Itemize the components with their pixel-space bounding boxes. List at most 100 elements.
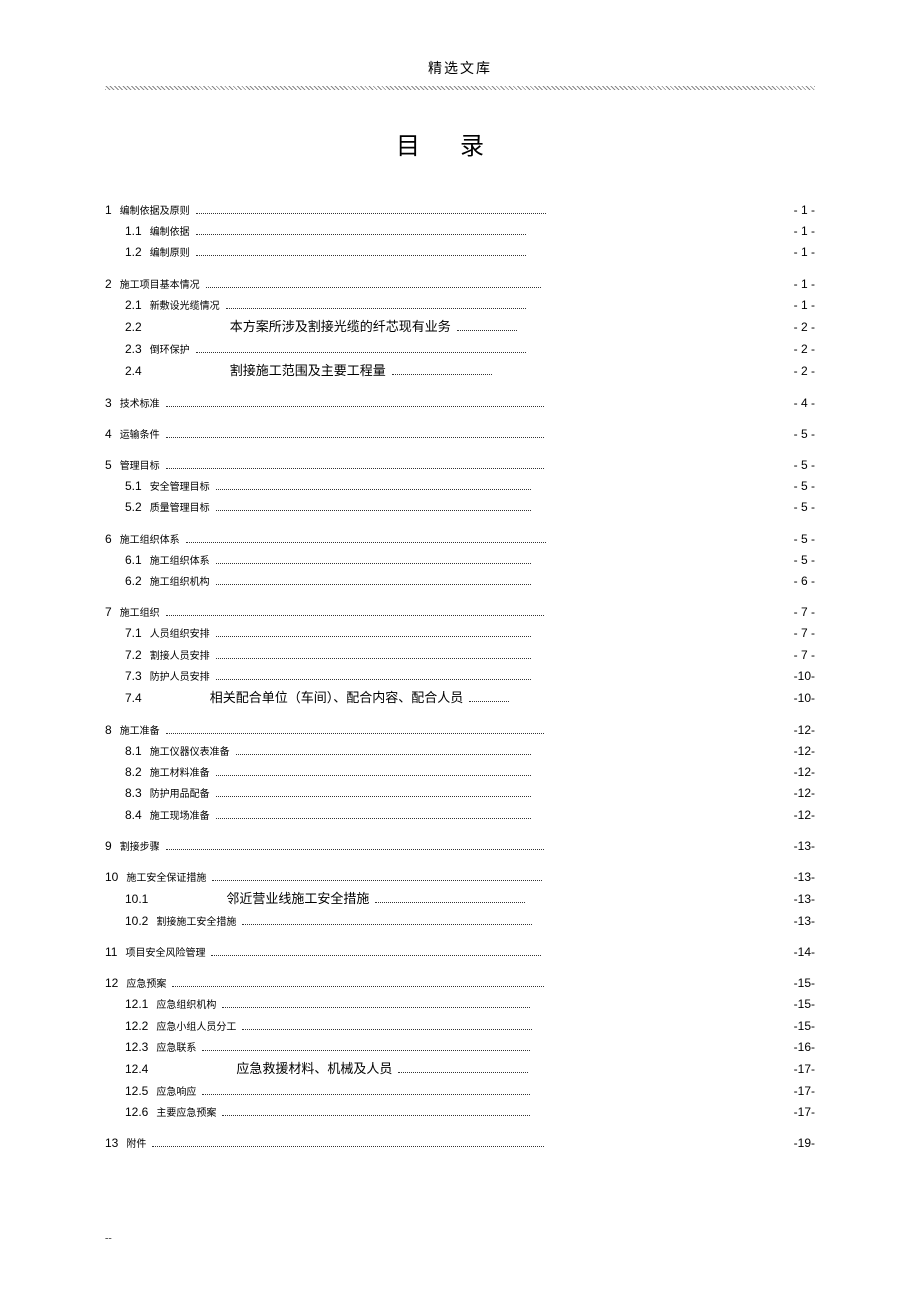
- toc-entry: 2.1新敷设光缆情况- 1 -: [105, 296, 815, 315]
- toc-entry: 9割接步骤-13-: [105, 837, 815, 856]
- toc-page-number: -13-: [775, 868, 815, 887]
- toc-number: 8.1: [125, 742, 142, 761]
- toc-number: 4: [105, 425, 112, 444]
- toc-leader-dots: [216, 812, 531, 819]
- toc-leader-dots: [216, 652, 531, 659]
- toc-entry: 1.2编制原则- 1 -: [105, 243, 815, 262]
- toc-entry: 8.2施工材料准备-12-: [105, 763, 815, 782]
- toc-label: 施工组织: [120, 606, 160, 622]
- toc-page-number: -12-: [775, 721, 815, 740]
- toc-label: 技术标准: [120, 397, 160, 413]
- toc-leader-dots: [222, 1109, 530, 1116]
- toc-leader-dots: [166, 609, 544, 616]
- toc-label: 项目安全风险管理: [125, 946, 205, 962]
- toc-leader-dots: [212, 874, 542, 881]
- footer-marker: --: [105, 1233, 815, 1244]
- toc-leader-dots: [166, 431, 544, 438]
- toc-number: 3: [105, 394, 112, 413]
- toc-label: 应急小组人员分工: [156, 1020, 236, 1036]
- toc-entry: 10.2割接施工安全措施-13-: [105, 912, 815, 931]
- toc-number: 12.5: [125, 1082, 148, 1101]
- toc-leader-dots: [242, 1023, 532, 1030]
- toc-entry: 2.3倒环保护- 2 -: [105, 340, 815, 359]
- toc-number: 10.1: [125, 890, 148, 909]
- toc-entry: 1.1编制依据- 1 -: [105, 222, 815, 241]
- toc-entry: 2.4割接施工范围及主要工程量- 2 -: [105, 361, 815, 382]
- toc-page-number: - 5 -: [775, 530, 815, 549]
- toc-label: 施工组织体系: [150, 554, 210, 570]
- toc-number: 2: [105, 275, 112, 294]
- toc-number: 5.1: [125, 477, 142, 496]
- toc-entry: 12应急预案-15-: [105, 974, 815, 993]
- toc-leader-dots: [216, 504, 531, 511]
- toc-leader-dots: [196, 207, 546, 214]
- toc-entry: 7施工组织- 7 -: [105, 603, 815, 622]
- toc-entry: 12.2应急小组人员分工-15-: [105, 1017, 815, 1036]
- toc-page-number: -17-: [775, 1103, 815, 1122]
- toc-leader-dots: [166, 462, 544, 469]
- toc-page-number: - 4 -: [775, 394, 815, 413]
- toc-number: 2.2: [125, 318, 142, 337]
- toc-number: 2.3: [125, 340, 142, 359]
- toc-label: 本方案所涉及割接光缆的纤芯现有业务: [230, 317, 451, 338]
- toc-label: 运输条件: [120, 428, 160, 444]
- toc-entry: 7.4相关配合单位（车间）、配合内容、配合人员-10-: [105, 688, 815, 709]
- toc-leader-dots: [202, 1088, 530, 1095]
- toc-leader-dots: [392, 368, 492, 375]
- toc-entry: 6.2施工组织机构- 6 -: [105, 572, 815, 591]
- toc-number: 10.2: [125, 912, 148, 931]
- toc-label: 附件: [126, 1137, 146, 1153]
- toc-entry: 10.1邻近营业线施工安全措施-13-: [105, 889, 815, 910]
- toc-label: 割接施工安全措施: [156, 915, 236, 931]
- toc-label: 施工仪器仪表准备: [150, 745, 230, 761]
- toc-leader-dots: [222, 1001, 530, 1008]
- toc-page-number: - 5 -: [775, 477, 815, 496]
- toc-label: 防护用品配备: [150, 787, 210, 803]
- toc-page-number: -16-: [775, 1038, 815, 1057]
- toc-number: 5.2: [125, 498, 142, 517]
- toc-page-number: -19-: [775, 1134, 815, 1153]
- toc-entry: 12.5应急响应-17-: [105, 1082, 815, 1101]
- toc-entry: 5管理目标- 5 -: [105, 456, 815, 475]
- toc-entry: 8.4施工现场准备-12-: [105, 806, 815, 825]
- toc-number: 1: [105, 201, 112, 220]
- toc-label: 割接人员安排: [150, 649, 210, 665]
- toc-entry: 13附件-19-: [105, 1134, 815, 1153]
- toc-page-number: - 1 -: [775, 296, 815, 315]
- toc-page-number: - 1 -: [775, 275, 815, 294]
- toc-leader-dots: [211, 949, 541, 956]
- toc-page-number: -12-: [775, 742, 815, 761]
- toc-leader-dots: [216, 578, 531, 585]
- toc-leader-dots: [152, 1140, 544, 1147]
- toc-page-number: -10-: [775, 689, 815, 708]
- toc-number: 7: [105, 603, 112, 622]
- toc-entry: 8.1 施工仪器仪表准备 -12-: [105, 742, 815, 761]
- toc-leader-dots: [202, 1044, 530, 1051]
- toc-label: 施工材料准备: [150, 766, 210, 782]
- toc-entry: 12.4应急救援材料、机械及人员-17-: [105, 1059, 815, 1080]
- toc-number: 12.3: [125, 1038, 148, 1057]
- toc-page-number: -12-: [775, 806, 815, 825]
- toc-entry: 7.1人员组织安排- 7 -: [105, 624, 815, 643]
- toc-leader-dots: [398, 1066, 528, 1073]
- toc-leader-dots: [216, 630, 531, 637]
- toc-label: 人员组织安排: [150, 627, 210, 643]
- toc-entry: 6.1施工组织体系- 5 -: [105, 551, 815, 570]
- toc-leader-dots: [206, 281, 541, 288]
- toc-leader-dots: [457, 324, 517, 331]
- toc-label: 新敷设光缆情况: [150, 299, 220, 315]
- toc-number: 12: [105, 974, 118, 993]
- toc-label: 施工安全保证措施: [126, 871, 206, 887]
- toc-leader-dots: [166, 843, 544, 850]
- toc-number: 12.4: [125, 1060, 148, 1079]
- toc-entry: 5.1安全管理目标- 5 -: [105, 477, 815, 496]
- toc-label: 质量管理目标: [150, 501, 210, 517]
- toc-number: 8: [105, 721, 112, 740]
- toc-entry: 2施工项目基本情况- 1 -: [105, 275, 815, 294]
- toc-label: 编制原则: [150, 246, 190, 262]
- toc-entry: 12.1应急组织机构-15-: [105, 995, 815, 1014]
- toc-leader-dots: [172, 980, 544, 987]
- toc-label: 割接施工范围及主要工程量: [230, 361, 386, 382]
- toc-number: 9: [105, 837, 112, 856]
- toc-page-number: -15-: [775, 995, 815, 1014]
